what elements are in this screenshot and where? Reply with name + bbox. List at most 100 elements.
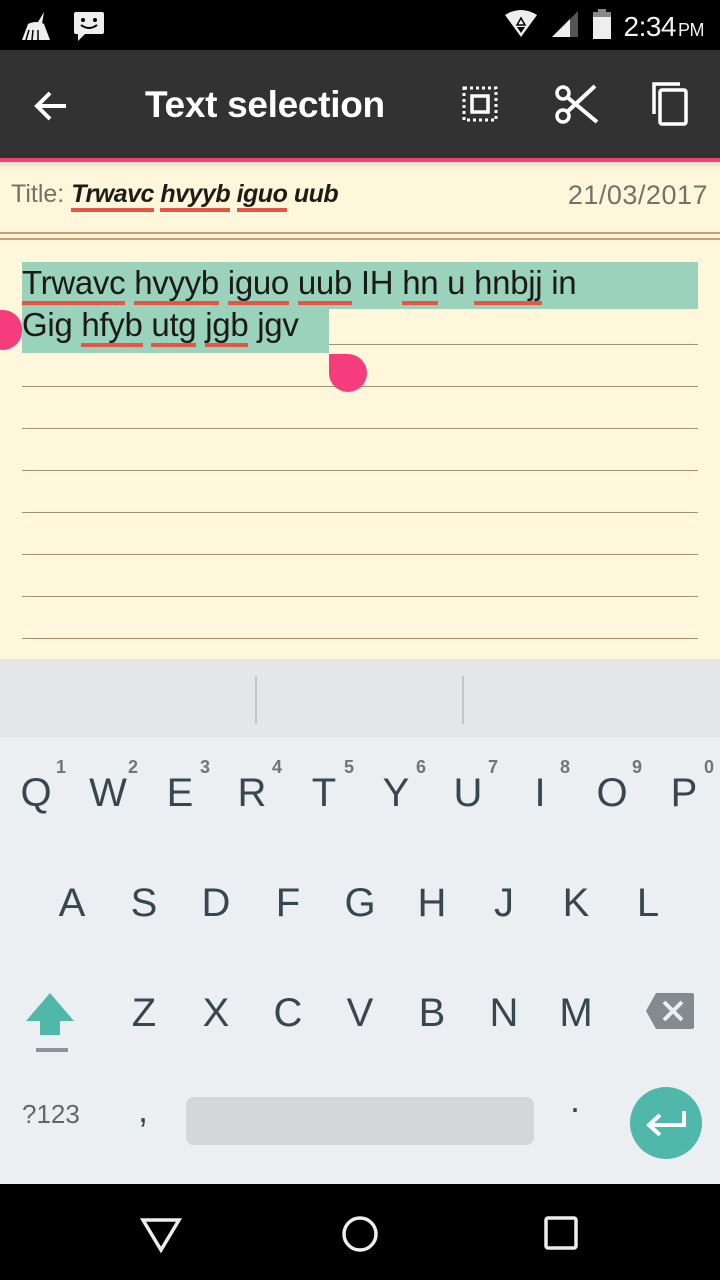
recents-square-icon <box>544 1216 578 1250</box>
text-word: Gig <box>22 306 73 343</box>
ruled-line <box>22 596 698 597</box>
key-label: S <box>130 881 158 925</box>
key-p[interactable]: P0 <box>648 745 720 841</box>
text-word: iguo <box>227 264 289 305</box>
ruled-line <box>22 554 698 555</box>
key-f[interactable]: F <box>252 855 324 951</box>
back-button[interactable] <box>30 84 74 128</box>
key-label: A <box>58 881 86 925</box>
text-line-2: Gig hfyb utg jgb jgv <box>22 304 698 347</box>
key-hint: 4 <box>271 757 282 777</box>
note-editor: Title: Trwavc hvyyb iguo uub 21/03/2017 … <box>0 162 720 659</box>
key-x[interactable]: X <box>180 965 252 1061</box>
clock-ampm: PM <box>678 19 705 40</box>
text-word: in <box>551 264 577 301</box>
key-hint: 1 <box>55 757 66 777</box>
key-q[interactable]: Q1 <box>0 745 72 841</box>
comma-key[interactable]: , <box>138 1089 148 1131</box>
action-bar-title: Text selection <box>145 84 385 125</box>
text-selection-action-bar: Text selection <box>0 50 720 162</box>
key-d[interactable]: D <box>180 855 252 951</box>
key-o[interactable]: O9 <box>576 745 648 841</box>
suggestion-slot[interactable] <box>464 659 720 737</box>
nav-back-button[interactable] <box>139 1212 183 1256</box>
text-word: hfyb <box>81 306 143 347</box>
key-n[interactable]: N <box>468 965 540 1061</box>
clock-time: 2:34 <box>623 10 677 42</box>
space-bar[interactable] <box>186 1097 534 1145</box>
key-b[interactable]: B <box>396 965 468 1061</box>
key-s[interactable]: S <box>108 855 180 951</box>
text-word: utg <box>151 306 197 347</box>
messaging-icon <box>72 10 106 47</box>
copy-button[interactable] <box>648 80 696 128</box>
backspace-icon <box>646 993 694 1029</box>
suggestion-slot[interactable] <box>0 659 256 737</box>
enter-icon <box>646 1111 686 1137</box>
key-w[interactable]: W2 <box>72 745 144 841</box>
home-circle-icon <box>342 1216 378 1252</box>
text-word: hvyyb <box>134 264 219 305</box>
key-label: C <box>273 991 303 1035</box>
key-hint: 9 <box>631 757 642 777</box>
key-v[interactable]: V <box>324 965 396 1061</box>
key-l[interactable]: L <box>612 855 684 951</box>
nav-recents-button[interactable] <box>538 1212 582 1256</box>
text-word: Trwavc <box>22 264 126 305</box>
status-bar: 2:34 PM <box>0 0 720 50</box>
key-i[interactable]: I8 <box>504 745 576 841</box>
ruled-line <box>22 512 698 513</box>
key-t[interactable]: T5 <box>288 745 360 841</box>
note-body[interactable]: Trwavc hvyyb iguo uub IH hn u hnbjj in G… <box>22 262 698 353</box>
key-y[interactable]: Y6 <box>360 745 432 841</box>
key-label: H <box>417 881 447 925</box>
symbols-key[interactable]: ?123 <box>22 1099 80 1130</box>
key-c[interactable]: C <box>252 965 324 1061</box>
select-all-button[interactable] <box>456 80 504 128</box>
key-z[interactable]: Z <box>108 965 180 1061</box>
back-triangle-icon <box>139 1218 183 1254</box>
key-label: X <box>202 991 230 1035</box>
key-label: N <box>489 991 519 1035</box>
key-hint: 0 <box>703 757 714 777</box>
shift-key[interactable] <box>22 989 82 1059</box>
cut-button[interactable] <box>553 80 601 128</box>
key-label: K <box>562 881 590 925</box>
key-h[interactable]: H <box>396 855 468 951</box>
arrow-left-icon <box>34 91 66 121</box>
period-key[interactable]: . <box>570 1079 580 1121</box>
selection-end-handle[interactable] <box>329 354 367 392</box>
key-k[interactable]: K <box>540 855 612 951</box>
nav-home-button[interactable] <box>338 1212 382 1256</box>
text-word: jgb <box>205 306 249 347</box>
key-e[interactable]: E3 <box>144 745 216 841</box>
cleaner-icon <box>20 10 54 47</box>
key-r[interactable]: R4 <box>216 745 288 841</box>
ruled-line <box>22 470 698 471</box>
key-a[interactable]: A <box>36 855 108 951</box>
ruled-line <box>22 638 698 639</box>
key-g[interactable]: G <box>324 855 396 951</box>
key-u[interactable]: U7 <box>432 745 504 841</box>
key-m[interactable]: M <box>540 965 612 1061</box>
selection-start-handle[interactable] <box>0 310 22 350</box>
key-label: M <box>559 991 593 1035</box>
suggestion-slot[interactable] <box>258 659 462 737</box>
key-label: F <box>275 881 301 925</box>
key-label: B <box>418 991 446 1035</box>
key-hint: 2 <box>127 757 138 777</box>
enter-key[interactable] <box>630 1087 702 1159</box>
select-all-icon <box>462 86 498 122</box>
key-j[interactable]: J <box>468 855 540 951</box>
key-hint: 3 <box>199 757 210 777</box>
backspace-key[interactable] <box>644 991 696 1031</box>
text-line-1: Trwavc hvyyb iguo uub IH hn u hnbjj in <box>22 262 698 305</box>
navigation-bar <box>0 1184 720 1280</box>
text-word: u <box>447 264 466 301</box>
ruled-line <box>22 428 698 429</box>
shift-icon <box>26 993 74 1052</box>
text-word: hn <box>402 264 439 305</box>
key-label: G <box>344 881 376 925</box>
scissors-icon <box>555 84 599 124</box>
signal-icon <box>550 9 580 44</box>
